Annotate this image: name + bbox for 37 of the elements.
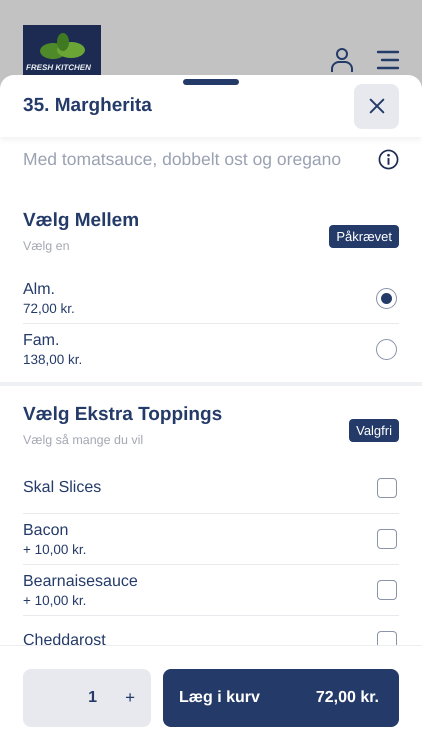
quantity-value: 1 bbox=[88, 689, 98, 707]
radio-button[interactable] bbox=[376, 338, 397, 360]
option-name: Bacon bbox=[23, 522, 70, 540]
increase-button[interactable]: + bbox=[121, 688, 139, 708]
section-title: Vælg Ekstra Toppings bbox=[23, 404, 222, 426]
close-button[interactable] bbox=[354, 84, 399, 128]
option-price: + 10,00 kr. bbox=[23, 592, 88, 608]
add-to-cart-button[interactable]: Læg i kurv 72,00 kr. bbox=[163, 669, 399, 727]
total-price: 72,00 kr. bbox=[316, 689, 379, 707]
radio-button[interactable] bbox=[376, 288, 397, 308]
requirement-badge: Påkrævet bbox=[329, 225, 399, 248]
checkbox[interactable] bbox=[377, 529, 397, 549]
option-name: Alm. bbox=[23, 280, 56, 298]
requirement-badge: Valgfri bbox=[349, 419, 399, 442]
menu-icon[interactable] bbox=[376, 50, 400, 70]
logo-text: FRESH KITCHEN bbox=[26, 63, 91, 72]
add-to-cart-label: Læg i kurv bbox=[179, 689, 260, 707]
description-text: Med tomatsauce, dobbelt ost og oregano bbox=[23, 149, 342, 170]
section-subtitle: Vælg så mange du vil bbox=[23, 433, 144, 447]
option-name: Skal Slices bbox=[23, 479, 102, 497]
drag-handle[interactable] bbox=[183, 79, 239, 85]
sheet-title: 35. Margherita bbox=[23, 95, 152, 117]
option-price: + 10,00 kr. bbox=[23, 542, 86, 556]
option-name: Cheddarost bbox=[23, 632, 106, 645]
option-name: Bearnaisesauce bbox=[23, 572, 138, 590]
user-icon[interactable] bbox=[330, 47, 354, 73]
option-price: 138,00 kr. bbox=[23, 352, 82, 366]
section-title: Vælg Mellem bbox=[23, 210, 140, 232]
checkbox[interactable] bbox=[377, 580, 397, 600]
checkbox[interactable] bbox=[377, 478, 397, 498]
checkbox[interactable] bbox=[377, 631, 397, 645]
option-price: 72,00 kr. bbox=[23, 300, 75, 316]
option-name: Fam. bbox=[23, 332, 60, 350]
info-icon[interactable] bbox=[378, 149, 399, 170]
close-icon bbox=[368, 97, 386, 115]
section-subtitle: Vælg en bbox=[23, 239, 71, 253]
logo[interactable]: FRESH KITCHEN bbox=[23, 25, 101, 75]
